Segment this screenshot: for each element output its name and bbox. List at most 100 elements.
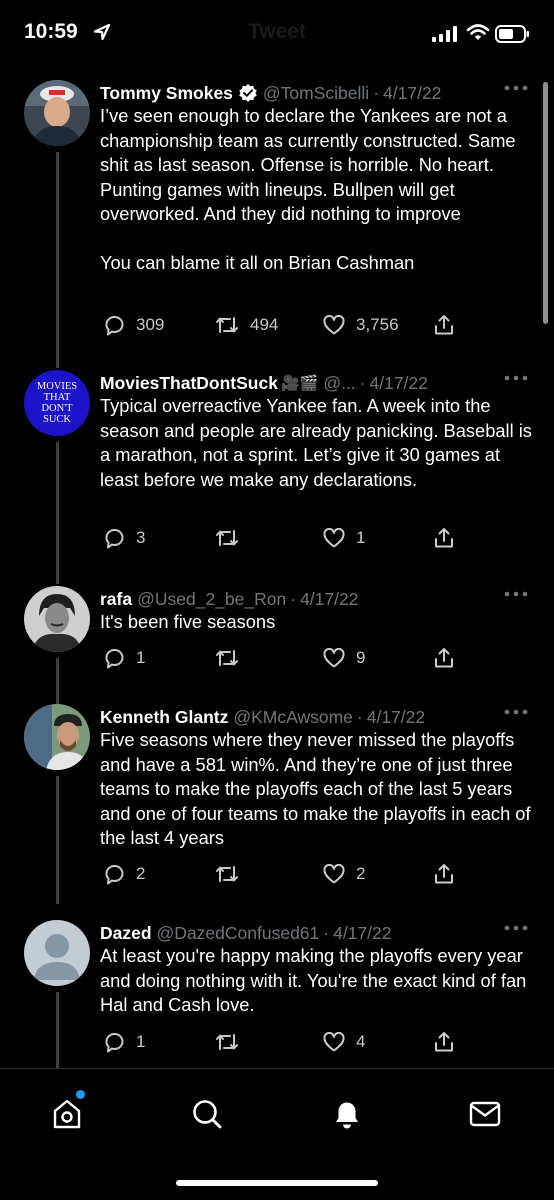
reply-count: 2 — [136, 864, 146, 883]
retweet-button[interactable] — [214, 526, 250, 550]
avatar[interactable] — [24, 920, 90, 986]
tweet-header: rafa @Used_2_be_Ron · 4/17/22 — [100, 586, 358, 612]
author-handle[interactable]: @DazedConfused61 — [157, 923, 320, 944]
tweet-actions: 1 9 — [100, 646, 540, 674]
thread-line — [56, 992, 59, 1070]
thread-line — [56, 442, 59, 572]
more-options-icon[interactable] — [504, 590, 528, 598]
tweet-header: Dazed @DazedConfused61 · 4/17/22 — [100, 920, 392, 946]
retweet-button[interactable] — [214, 862, 250, 886]
reply-icon — [105, 529, 124, 549]
retweet-count: 494 — [250, 315, 279, 334]
share-icon — [435, 648, 453, 668]
reply-count: 1 — [136, 1032, 146, 1051]
tweet-date: 4/17/22 — [300, 588, 359, 609]
more-options-icon[interactable] — [504, 708, 528, 716]
tweet-actions: 2 2 — [100, 862, 540, 890]
home-icon[interactable] — [50, 1097, 84, 1131]
reply-count: 1 — [136, 648, 146, 667]
retweet-button[interactable] — [214, 1030, 250, 1054]
like-button[interactable]: 4 — [322, 1030, 365, 1054]
like-count: 9 — [356, 648, 366, 667]
tweet[interactable]: rafa @Used_2_be_Ron · 4/17/22 It's been … — [0, 572, 554, 708]
separator-dot: · — [356, 706, 363, 727]
reply-button[interactable]: 309 — [102, 313, 164, 337]
battery-icon — [495, 25, 529, 43]
author-handle[interactable]: @KMcAwsome — [233, 707, 353, 728]
avatar[interactable]: MOVIES THAT DON'T SUCK — [24, 370, 90, 436]
tweet-header: Kenneth Glantz @KMcAwsome · 4/17/22 — [100, 704, 425, 730]
status-bar: 10:59 Tweet — [0, 0, 554, 68]
author-name[interactable]: Dazed — [100, 923, 152, 944]
tweet-date: 4/17/22 — [366, 706, 426, 727]
more-options-icon[interactable] — [504, 84, 528, 92]
share-button[interactable] — [432, 1030, 456, 1054]
notification-dot — [76, 1090, 85, 1099]
tweet-actions: 309 494 3,756 — [100, 313, 540, 341]
separator-dot: · — [373, 82, 380, 103]
author-name[interactable]: MoviesThatDontSuck — [100, 373, 278, 394]
reply-button[interactable]: 2 — [102, 862, 145, 886]
tweet[interactable]: Dazed @DazedConfused61 · 4/17/22 At leas… — [0, 920, 554, 1070]
like-button[interactable]: 9 — [322, 646, 365, 670]
share-button[interactable] — [432, 862, 456, 886]
author-name[interactable]: rafa — [100, 589, 132, 610]
reply-icon — [105, 1033, 124, 1053]
share-button[interactable] — [432, 526, 456, 550]
search-icon[interactable] — [190, 1097, 224, 1131]
avatar[interactable] — [24, 80, 90, 146]
thread-line — [56, 776, 59, 904]
more-options-icon[interactable] — [504, 374, 528, 382]
heart-icon — [323, 314, 345, 335]
reply-icon — [105, 865, 124, 885]
retweet-button[interactable]: 494 — [214, 313, 278, 337]
tweet-text: Five seasons where they never missed the… — [100, 729, 531, 848]
separator-dot: · — [323, 922, 330, 943]
share-icon — [435, 528, 453, 548]
reply-count: 3 — [136, 528, 146, 547]
share-icon — [435, 1032, 453, 1052]
author-handle[interactable]: @... — [323, 373, 355, 394]
tweet-actions: 3 1 — [100, 526, 540, 554]
tweet[interactable]: Kenneth Glantz @KMcAwsome · 4/17/22 Five… — [0, 704, 554, 904]
separator-dot: · — [359, 372, 366, 393]
home-indicator[interactable] — [176, 1180, 378, 1186]
notifications-icon[interactable] — [330, 1097, 364, 1131]
tweet[interactable]: MOVIES THAT DON'T SUCK MoviesThatDontSuc… — [0, 346, 554, 572]
reply-button[interactable]: 1 — [102, 646, 145, 670]
reply-count: 309 — [136, 315, 165, 334]
like-count: 4 — [356, 1032, 366, 1051]
heart-icon — [323, 647, 345, 668]
retweet-icon — [216, 317, 238, 333]
like-button[interactable]: 2 — [322, 862, 365, 886]
tweet-date: 4/17/22 — [369, 372, 428, 393]
avatar[interactable] — [24, 704, 90, 770]
like-button[interactable]: 1 — [322, 526, 365, 550]
author-name[interactable]: Kenneth Glantz — [100, 707, 228, 728]
author-handle[interactable]: @TomScibelli — [263, 83, 369, 104]
more-options-icon[interactable] — [504, 924, 528, 932]
like-count: 1 — [356, 528, 366, 547]
reply-button[interactable]: 3 — [102, 526, 145, 550]
share-icon — [435, 315, 453, 335]
share-button[interactable] — [432, 646, 456, 670]
author-name[interactable]: Tommy Smokes — [100, 83, 233, 104]
verified-badge-icon — [239, 84, 257, 102]
retweet-button[interactable] — [214, 646, 250, 670]
reply-button[interactable]: 1 — [102, 1030, 145, 1054]
retweet-icon — [216, 650, 238, 666]
tweet-text: Typical overreactive Yankee fan. A week … — [100, 395, 532, 490]
tweet[interactable]: Tommy Smokes @TomScibelli · 4/17/22 I’ve… — [0, 80, 554, 362]
thread-line — [56, 346, 59, 368]
tweet-header: MoviesThatDontSuck 🎥🎬 @... · 4/17/22 — [100, 370, 428, 396]
avatar[interactable] — [24, 586, 90, 652]
tweet-date: 4/17/22 — [333, 922, 392, 943]
like-button[interactable]: 3,756 — [322, 313, 399, 337]
share-button[interactable] — [432, 313, 456, 337]
thread-line — [56, 152, 59, 362]
author-handle[interactable]: @Used_2_be_Ron — [137, 589, 286, 610]
tweet-date: 4/17/22 — [383, 82, 442, 103]
thread-line — [56, 572, 59, 584]
messages-icon[interactable] — [468, 1097, 502, 1131]
share-icon — [435, 864, 453, 884]
